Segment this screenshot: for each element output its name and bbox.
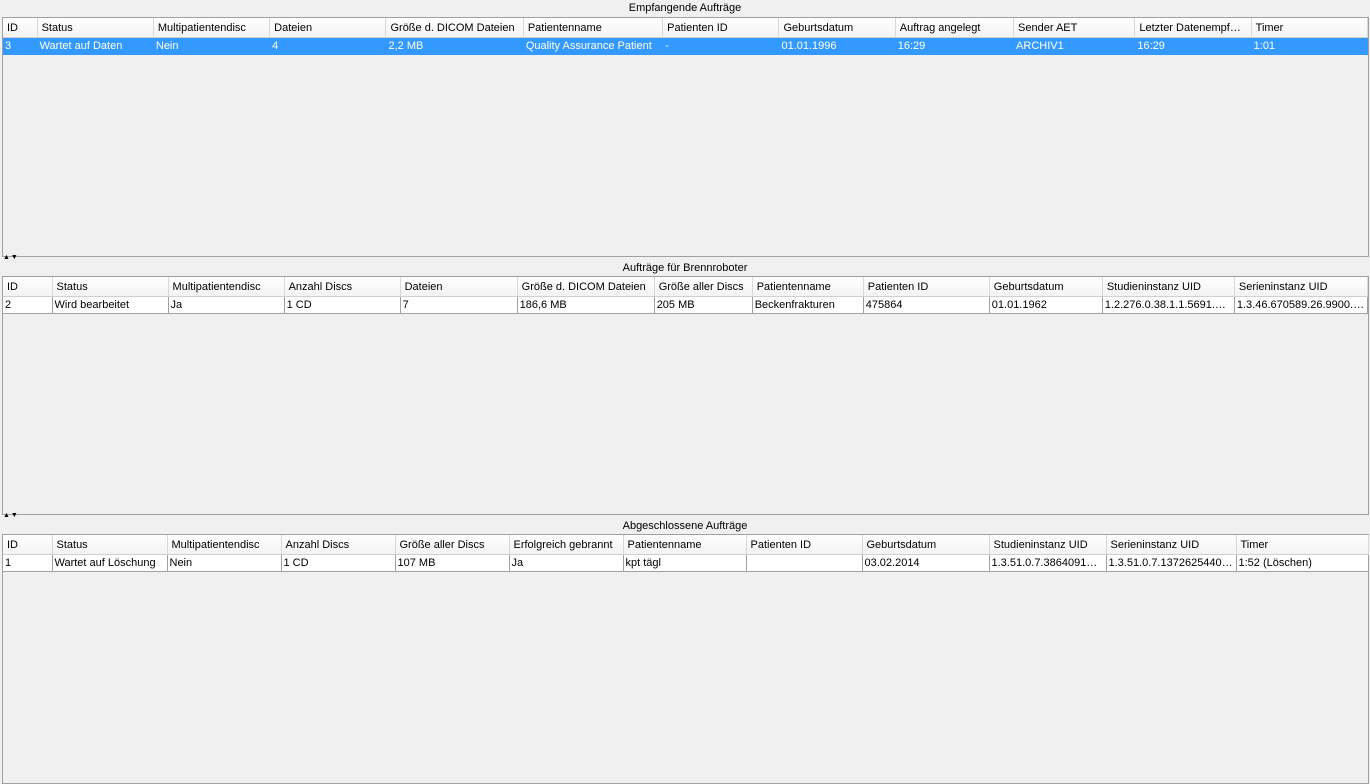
- cell-patienten-id[interactable]: [746, 554, 863, 572]
- cell-dateien[interactable]: 4: [269, 37, 387, 55]
- column-header-patienten-id[interactable]: Patienten ID: [746, 535, 863, 555]
- column-header-patienten-id[interactable]: Patienten ID: [863, 277, 990, 297]
- cell-patienten-id[interactable]: 475864: [863, 296, 990, 314]
- column-header-dateien[interactable]: Dateien: [269, 18, 387, 38]
- table-header-row: ID Status Multipatientendisc Dateien Größe d…: [3, 18, 1369, 38]
- column-header-id[interactable]: ID: [3, 277, 53, 297]
- cell-id[interactable]: 2: [3, 296, 53, 314]
- panel-title: Empfangende Aufträge: [628, 2, 742, 14]
- cell-multipatientendisc[interactable]: Nein: [167, 554, 282, 572]
- cell-multipatientendisc[interactable]: Ja: [168, 296, 285, 314]
- table-row[interactable]: 3 Wartet auf Daten Nein 4 2,2 MB Quality Assu…: [3, 37, 1369, 55]
- cell-timer[interactable]: 1:01: [1251, 37, 1369, 55]
- column-header-id[interactable]: ID: [3, 18, 38, 38]
- cell-geburtsdatum[interactable]: 03.02.2014: [862, 554, 990, 572]
- cell-id[interactable]: 1: [3, 554, 53, 572]
- cell-studieninstanz-uid[interactable]: 1.3.51.0.7.3864091…: [989, 554, 1107, 572]
- column-header-id[interactable]: ID: [3, 535, 53, 555]
- panel-title: Abgeschlossene Aufträge: [622, 520, 748, 532]
- table-row[interactable]: 1 Wartet auf Löschung Nein 1 CD 107 MB Ja kpt …: [3, 554, 1369, 572]
- cell-serieninstanz-uid[interactable]: 1.3.46.670589.26.9900.…: [1234, 296, 1369, 314]
- column-header-timer[interactable]: Timer: [1251, 18, 1369, 38]
- cell-geburtsdatum[interactable]: 01.01.1996: [778, 37, 896, 55]
- table-header-row: ID Status Multipatientendisc Anzahl Discs Da…: [3, 277, 1369, 297]
- burn-robot-orders-table[interactable]: ID Status Multipatientendisc Anzahl Discs Da…: [3, 277, 1369, 314]
- column-header-studieninstanz-uid[interactable]: Studieninstanz UID: [1102, 277, 1235, 297]
- column-header-groesse-aller-discs[interactable]: Größe aller Discs: [395, 535, 510, 555]
- column-header-geburtsdatum[interactable]: Geburtsdatum: [862, 535, 990, 555]
- column-header-patientenname[interactable]: Patientenname: [752, 277, 864, 297]
- column-header-geburtsdatum[interactable]: Geburtsdatum: [778, 18, 896, 38]
- cell-erfolgreich-gebrannt[interactable]: Ja: [509, 554, 624, 572]
- completed-orders-table[interactable]: ID Status Multipatientendisc Anzahl Discs Gr…: [3, 535, 1369, 572]
- column-header-dateien[interactable]: Dateien: [400, 277, 518, 297]
- receiving-orders-table[interactable]: ID Status Multipatientendisc Dateien Größe d…: [3, 18, 1369, 55]
- column-header-status[interactable]: Status: [52, 535, 168, 555]
- cell-status[interactable]: Wartet auf Löschung: [52, 554, 168, 572]
- column-header-multipatientendisc[interactable]: Multipatientendisc: [168, 277, 285, 297]
- column-header-studieninstanz-uid[interactable]: Studieninstanz UID: [989, 535, 1107, 555]
- cell-status[interactable]: Wird bearbeitet: [52, 296, 169, 314]
- column-header-multipatientendisc[interactable]: Multipatientendisc: [167, 535, 282, 555]
- column-header-geburtsdatum[interactable]: Geburtsdatum: [989, 277, 1103, 297]
- completed-orders-table-area[interactable]: ID Status Multipatientendisc Anzahl Discs Gr…: [2, 534, 1369, 784]
- column-header-groesse-d-dicom-dateien[interactable]: Größe d. DICOM Dateien: [517, 277, 655, 297]
- table-header-row: ID Status Multipatientendisc Anzahl Discs Gr…: [3, 535, 1369, 555]
- cell-id[interactable]: 3: [3, 37, 38, 55]
- cell-letzter-datenempf[interactable]: 16:29: [1134, 37, 1252, 55]
- column-header-serieninstanz-uid[interactable]: Serieninstanz UID: [1234, 277, 1369, 297]
- cell-patientenname[interactable]: Beckenfrakturen: [752, 296, 864, 314]
- column-header-patientenname[interactable]: Patientenname: [523, 18, 664, 38]
- cell-geburtsdatum[interactable]: 01.01.1962: [989, 296, 1103, 314]
- column-header-status[interactable]: Status: [37, 18, 154, 38]
- receiving-orders-table-area[interactable]: ID Status Multipatientendisc Dateien Größe d…: [2, 17, 1369, 257]
- panel-completed-orders: Abgeschlossene Aufträge ID Status Multipat…: [0, 518, 1370, 784]
- cell-auftrag-angelegt[interactable]: 16:29: [895, 37, 1015, 55]
- cell-anzahl-discs[interactable]: 1 CD: [284, 296, 401, 314]
- cell-anzahl-discs[interactable]: 1 CD: [281, 554, 396, 572]
- column-header-anzahl-discs[interactable]: Anzahl Discs: [284, 277, 401, 297]
- column-header-patienten-id[interactable]: Patienten ID: [662, 18, 780, 38]
- panel-title: Aufträge für Brennroboter: [622, 262, 748, 274]
- column-header-serieninstanz-uid[interactable]: Serieninstanz UID: [1106, 535, 1237, 555]
- cell-multipatientendisc[interactable]: Nein: [153, 37, 271, 55]
- column-header-status[interactable]: Status: [52, 277, 169, 297]
- panel-receiving-orders: Empfangende Aufträge ID Status Multipatien…: [0, 0, 1370, 257]
- cell-groesse-d-dicom-dateien[interactable]: 2,2 MB: [385, 37, 524, 55]
- cell-sender-aet[interactable]: ARCHIV1: [1013, 37, 1136, 55]
- column-header-auftrag-angelegt[interactable]: Auftrag angelegt: [895, 18, 1015, 38]
- cell-status[interactable]: Wartet auf Daten: [37, 37, 154, 55]
- column-header-groesse-d-dicom-dateien[interactable]: Größe d. DICOM Dateien: [385, 18, 524, 38]
- panel-burn-robot-orders: Aufträge für Brennroboter ID Status Multip…: [0, 260, 1370, 515]
- cell-studieninstanz-uid[interactable]: 1.2.276.0.38.1.1.5691.…: [1102, 296, 1235, 314]
- cell-patienten-id[interactable]: -: [662, 37, 780, 55]
- column-header-letzter-datenempf[interactable]: Letzter Datenempf…: [1134, 18, 1252, 38]
- burn-robot-orders-table-area[interactable]: ID Status Multipatientendisc Anzahl Discs Da…: [2, 276, 1369, 515]
- cell-patientenname[interactable]: kpt tägl: [623, 554, 747, 572]
- cell-serieninstanz-uid[interactable]: 1.3.51.0.7.1372625440…: [1106, 554, 1237, 572]
- cell-groesse-aller-discs[interactable]: 107 MB: [395, 554, 510, 572]
- column-header-anzahl-discs[interactable]: Anzahl Discs: [281, 535, 396, 555]
- cell-groesse-d-dicom-dateien[interactable]: 186,6 MB: [517, 296, 655, 314]
- column-header-groesse-aller-discs[interactable]: Größe aller Discs: [654, 277, 753, 297]
- cell-timer[interactable]: 1:52 (Löschen): [1236, 554, 1369, 572]
- column-header-timer[interactable]: Timer: [1236, 535, 1369, 555]
- cell-groesse-aller-discs[interactable]: 205 MB: [654, 296, 753, 314]
- column-header-sender-aet[interactable]: Sender AET: [1013, 18, 1136, 38]
- table-row[interactable]: 2 Wird bearbeitet Ja 1 CD 7 186,6 MB 205 MB Bec…: [3, 296, 1369, 314]
- column-header-multipatientendisc[interactable]: Multipatientendisc: [153, 18, 271, 38]
- cell-patientenname[interactable]: Quality Assurance Patient: [523, 37, 664, 55]
- cell-dateien[interactable]: 7: [400, 296, 518, 314]
- column-header-patientenname[interactable]: Patientenname: [623, 535, 747, 555]
- column-header-erfolgreich-gebrannt[interactable]: Erfolgreich gebrannt: [509, 535, 624, 555]
